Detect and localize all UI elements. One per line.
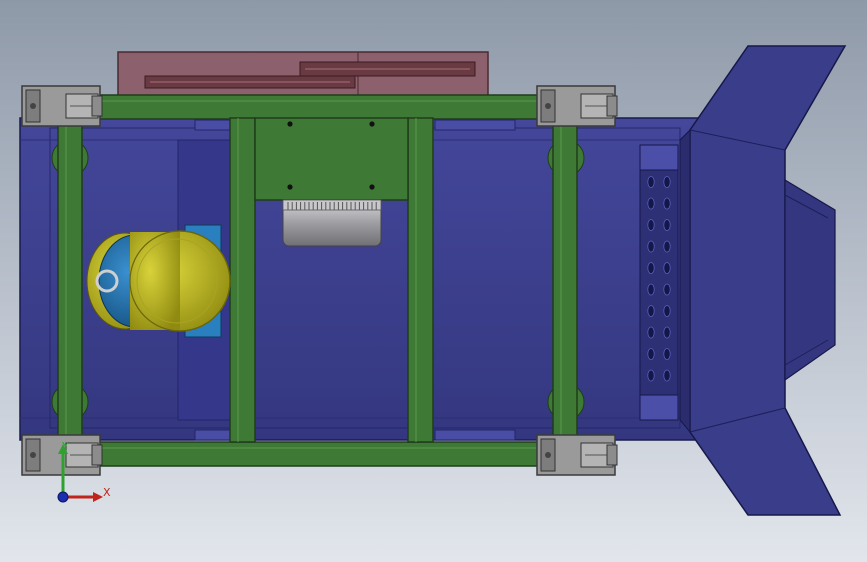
coordinate-triad bbox=[57, 444, 103, 503]
triad-x-label: X bbox=[103, 486, 111, 499]
z-axis-dot bbox=[57, 491, 69, 503]
caster-wheel[interactable] bbox=[21, 85, 103, 127]
gearbox-cylinder[interactable] bbox=[282, 199, 382, 247]
electric-motor[interactable] bbox=[86, 224, 231, 338]
discharge-chute[interactable] bbox=[679, 45, 847, 516]
caster-wheel[interactable] bbox=[536, 85, 618, 127]
motor-mount-plate[interactable] bbox=[254, 117, 409, 201]
belt-guard-cover[interactable] bbox=[117, 51, 489, 99]
cad-viewport[interactable]: Y X bbox=[0, 0, 867, 562]
screen-plate[interactable] bbox=[639, 144, 679, 421]
machine-assembly-model[interactable] bbox=[0, 0, 867, 562]
caster-wheel[interactable] bbox=[536, 434, 618, 476]
triad-y-label: Y bbox=[62, 440, 69, 453]
